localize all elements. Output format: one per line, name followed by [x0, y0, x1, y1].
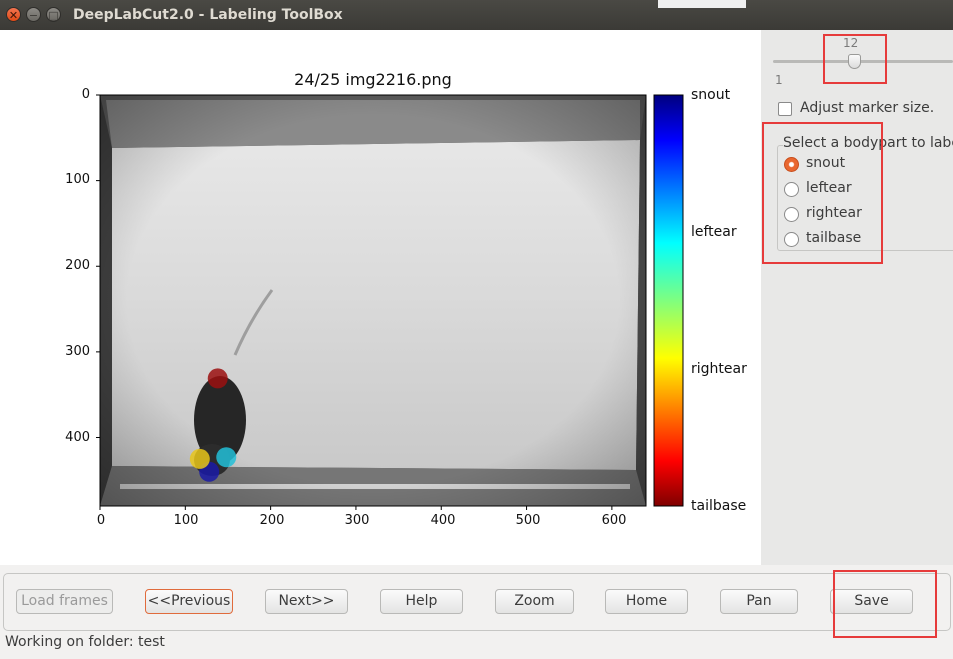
y-tick-label: 0 [81, 87, 90, 102]
load-frames-button[interactable]: Load frames [16, 589, 113, 614]
x-tick-label: 400 [430, 513, 456, 528]
marker-leftear[interactable] [216, 447, 237, 468]
annotation-box-save [833, 570, 937, 638]
marker-size-min: 1 [775, 73, 783, 87]
colorbar [653, 94, 684, 507]
colorbar-label-leftear: leftear [691, 224, 737, 240]
help-button[interactable]: Help [380, 589, 463, 614]
x-tick-label: 100 [173, 513, 199, 528]
y-tick-label: 400 [65, 430, 90, 445]
x-tick-label: 200 [259, 513, 285, 528]
adjust-marker-size-label: Adjust marker size. [800, 100, 935, 116]
colorbar-label-tailbase: tailbase [691, 498, 747, 514]
frame-image [100, 95, 646, 506]
pan-button[interactable]: Pan [720, 589, 798, 614]
plot-title: 24/25 img2216.png [294, 70, 452, 89]
colorbar-label-rightear: rightear [691, 361, 747, 377]
zoom-button[interactable]: Zoom [495, 589, 574, 614]
x-tick-label: 0 [96, 513, 106, 528]
x-tick-label: 300 [344, 513, 370, 528]
annotation-box-slider [823, 34, 887, 84]
next-button[interactable]: Next>> [265, 589, 348, 614]
y-tick-label: 100 [65, 172, 90, 187]
y-tick-label: 200 [65, 258, 90, 273]
annotation-box-bodyparts [762, 122, 883, 264]
y-tick-label: 300 [65, 344, 90, 359]
x-tick-label: 500 [515, 513, 541, 528]
colorbar-label-snout: snout [691, 87, 731, 103]
marker-rightear[interactable] [189, 448, 210, 469]
previous-button[interactable]: <<Previous [145, 589, 233, 614]
x-tick-label: 600 [601, 513, 627, 528]
marker-tailbase[interactable] [207, 368, 228, 389]
adjust-marker-size-checkbox[interactable] [778, 102, 792, 116]
home-button[interactable]: Home [605, 589, 688, 614]
status-text: Working on folder: test [5, 634, 165, 650]
